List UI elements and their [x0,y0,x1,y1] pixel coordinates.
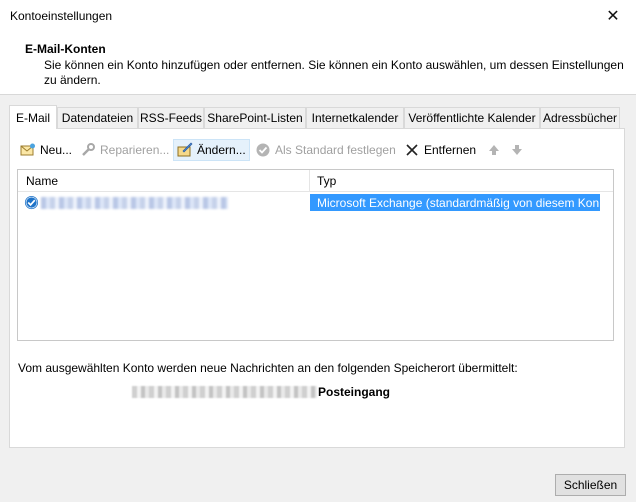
wrench-icon [82,143,95,156]
tab-data-files[interactable]: Datendateien [57,107,138,128]
account-name-redacted [41,197,228,209]
delivery-location: Posteingang [132,385,390,399]
set-default-button[interactable]: Als Standard festlegen [252,139,399,161]
arrow-up-icon [489,145,499,155]
tab-label: E-Mail [15,110,50,125]
section-title: E-Mail-Konten [25,42,106,56]
move-down-button[interactable] [507,139,527,161]
tab-label: Adressbücher [542,111,618,125]
dialog-header: E-Mail-Konten Sie können ein Konto hinzu… [0,34,636,95]
close-dialog-label: Schließen [563,478,618,492]
close-icon: ✕ [606,8,620,25]
tab-label: RSS-Feeds [139,111,203,125]
mailbox-name-redacted [132,386,317,398]
window-title: Kontoeinstellungen [10,9,113,23]
change-button[interactable]: Ändern... [173,139,250,161]
set-default-label: Als Standard festlegen [275,143,396,157]
close-window-button[interactable]: ✕ [590,0,636,32]
account-row[interactable]: Microsoft Exchange (standardmäßig von di… [18,194,613,211]
tab-rss-feeds[interactable]: RSS-Feeds [138,107,204,128]
remove-button[interactable]: Entfernen [401,139,479,161]
title-bar: Kontoeinstellungen ✕ [0,0,636,34]
toolbar: Neu... Reparieren... Ändern... Als Stand… [10,137,624,163]
tab-internet-calendars[interactable]: Internetkalender [306,107,404,128]
repair-button[interactable]: Reparieren... [77,139,172,161]
list-header: Name Typ [18,170,613,192]
tab-label: SharePoint-Listen [207,111,303,125]
edit-account-icon [177,142,193,157]
tab-label: Internetkalender [311,111,399,125]
account-type: Microsoft Exchange (standardmäßig von di… [317,196,610,210]
tab-label: Veröffentlichte Kalender [408,111,536,125]
section-description: Sie können ein Konto hinzufügen oder ent… [44,58,624,87]
remove-label: Entfernen [424,143,477,157]
change-label: Ändern... [197,143,246,157]
tab-sharepoint-lists[interactable]: SharePoint-Listen [204,107,306,128]
email-tab-panel: Neu... Reparieren... Ändern... Als Stand… [9,128,625,448]
new-account-button[interactable]: Neu... [17,139,75,161]
move-up-button[interactable] [484,139,504,161]
arrow-down-icon [512,145,522,155]
remove-x-icon [406,144,418,156]
tab-email[interactable]: E-Mail [9,105,57,129]
tab-label: Datendateien [61,111,134,125]
delivery-folder: Posteingang [318,385,391,399]
tab-address-books[interactable]: Adressbücher [540,107,620,128]
tab-published-calendars[interactable]: Veröffentlichte Kalender [404,107,540,128]
column-separator[interactable] [309,170,310,192]
column-header-name[interactable]: Name [26,174,58,188]
repair-label: Reparieren... [100,143,170,157]
accounts-list[interactable]: Name Typ Microsoft Exchange (standardmäß… [17,169,614,341]
close-dialog-button[interactable]: Schließen [555,474,626,496]
column-header-type[interactable]: Typ [317,174,336,188]
account-name-cell [18,194,228,211]
delivery-info-text: Vom ausgewählten Konto werden neue Nachr… [18,361,518,375]
check-circle-icon [24,195,39,210]
new-mail-icon [20,143,35,156]
tab-strip: E-Mail Datendateien RSS-Feeds SharePoint… [9,105,625,129]
check-circle-icon [256,143,270,157]
new-account-label: Neu... [40,143,73,157]
